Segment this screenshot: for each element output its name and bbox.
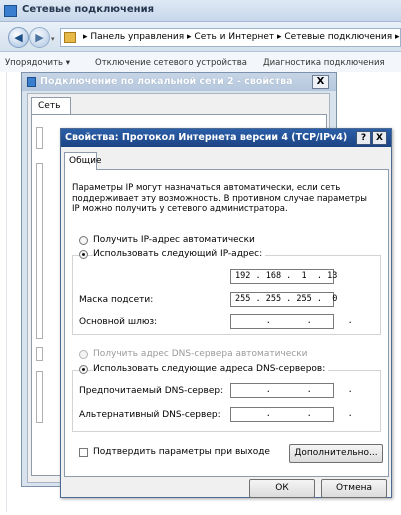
dns-manual-label[interactable]: Использовать следующие адреса DNS-сервер… [93, 364, 329, 374]
network-folder-icon [4, 5, 17, 17]
preferred-dns-label: Предпочитаемый DNS-сервер: [79, 386, 224, 396]
help-icon[interactable]: ? [356, 131, 371, 145]
back-arrow-icon: ◀ [14, 31, 23, 44]
network-adapter-icon [27, 77, 36, 87]
nav-pane-divider [6, 72, 7, 512]
ipv4-properties-dialog: Свойства: Протокол Интернета версии 4 (T… [60, 128, 392, 498]
address-bar[interactable]: ▸ Панель управления ▸ Сеть и Интернет ▸ … [60, 28, 401, 47]
explorer-title-bar: Сетевые подключения [0, 0, 401, 22]
breadcrumb[interactable]: ▸ Панель управления ▸ Сеть и Интернет ▸ … [83, 32, 400, 42]
ipv4-dialog-title: Свойства: Протокол Интернета версии 4 (T… [65, 132, 348, 143]
advanced-button[interactable]: Дополнительно... [289, 444, 383, 463]
ok-button[interactable]: ОК [249, 479, 315, 498]
explorer-toolbar: Упорядочить ▾ Отключение сетевого устрой… [0, 52, 401, 72]
dns-settings-group [72, 370, 381, 432]
ip-manual-radio[interactable] [79, 250, 88, 259]
connection-properties-title-bar: Подключение по локальной сети 2 - свойст… [22, 73, 336, 91]
description-text: Параметры IP могут назначаться автоматич… [72, 183, 367, 214]
subnet-mask-field[interactable]: 255 . 255 . 255 . 0 [230, 292, 337, 307]
components-list [36, 163, 43, 339]
alternate-dns-field[interactable]: . . . [230, 407, 353, 422]
ip-manual-label[interactable]: Использовать следующий IP-адрес: [93, 249, 266, 259]
dns-auto-radio[interactable] [79, 350, 88, 359]
disable-device-button[interactable]: Отключение сетевого устройства [95, 58, 247, 68]
ipv4-title-bar: Свойства: Протокол Интернета версии 4 (T… [61, 129, 391, 147]
forward-arrow-icon: ▶ [35, 31, 44, 44]
description-group-stub [36, 371, 43, 423]
organize-menu[interactable]: Упорядочить ▾ [5, 58, 70, 68]
ip-auto-label[interactable]: Получить IP-адрес автоматически [93, 235, 255, 245]
explorer-title: Сетевые подключения [22, 4, 155, 15]
close-icon[interactable]: X [372, 131, 387, 145]
gateway-label: Основной шлюз: [79, 317, 158, 327]
gateway-field[interactable]: . . . [230, 314, 353, 329]
back-button[interactable]: ◀ [8, 27, 29, 48]
dns-auto-label[interactable]: Получить адрес DNS-сервера автоматически [93, 349, 308, 359]
cancel-button[interactable]: Отмена [321, 479, 387, 498]
forward-button[interactable]: ▶ [29, 27, 50, 48]
validate-checkbox[interactable] [79, 448, 88, 457]
validate-label[interactable]: Подтвердить параметры при выходе [93, 447, 270, 457]
diagnose-button[interactable]: Диагностика подключения [263, 58, 385, 68]
ip-address-field[interactable]: 192 . 168 . 1 . 13 [230, 269, 337, 284]
tab-network[interactable]: Сеть [31, 97, 71, 115]
recent-pages-dropdown[interactable]: ▾ [51, 35, 55, 43]
alternate-dns-label: Альтернативный DNS-сервер: [79, 410, 221, 420]
ip-auto-radio[interactable] [79, 236, 88, 245]
connect-using-box [36, 127, 43, 149]
close-icon[interactable]: X [312, 75, 329, 89]
install-button-stub [36, 347, 43, 361]
connection-properties-title: Подключение по локальной сети 2 - свойст… [40, 76, 293, 87]
control-panel-icon [64, 32, 76, 43]
subnet-mask-label: Маска подсети: [79, 295, 154, 305]
explorer-nav-bar: ◀ ▶ ▾ ▸ Панель управления ▸ Сеть и Интер… [0, 22, 401, 52]
preferred-dns-field[interactable]: . . . [230, 383, 353, 398]
tab-general[interactable]: Общие [64, 152, 102, 170]
dns-manual-radio[interactable] [79, 365, 88, 374]
general-tab-panel: Параметры IP могут назначаться автоматич… [64, 169, 389, 477]
